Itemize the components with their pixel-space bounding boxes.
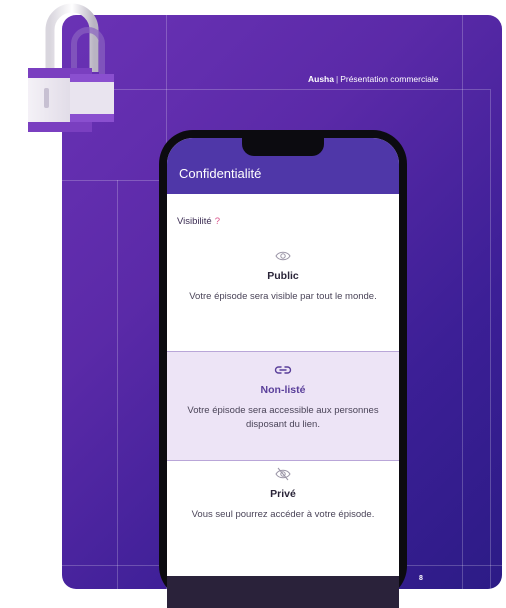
header-subtitle: Présentation commerciale xyxy=(340,74,439,84)
option-private[interactable]: Privé Vous seul pourrez accéder à votre … xyxy=(167,466,399,576)
visibility-label-text: Visibilité xyxy=(177,216,212,227)
link-icon xyxy=(167,362,399,378)
option-title: Privé xyxy=(270,488,296,500)
option-description: Votre épisode sera visible par tout le m… xyxy=(189,291,377,302)
visibility-label: Visibilité? xyxy=(177,216,220,227)
option-description: Vous seul pourrez accéder à votre épisod… xyxy=(191,509,375,520)
header-separator: | xyxy=(335,74,339,84)
phone-mockup: Confidentialité Visibilité? Public Votre… xyxy=(159,130,407,608)
option-title: Non-listé xyxy=(260,384,306,396)
guide-line xyxy=(62,180,166,181)
guide-line xyxy=(462,15,463,589)
option-title: Public xyxy=(267,270,299,282)
phone-screen: Confidentialité Visibilité? Public Votre… xyxy=(167,138,399,608)
guide-line xyxy=(62,89,490,90)
guide-line xyxy=(117,180,118,589)
page-number: 8 xyxy=(419,575,423,582)
option-public[interactable]: Public Votre épisode sera visible par to… xyxy=(167,248,399,352)
help-mark[interactable]: ? xyxy=(215,216,220,227)
option-unlisted[interactable]: Non-listé Votre épisode sera accessible … xyxy=(167,351,399,461)
padlock-icon xyxy=(28,3,114,132)
eye-off-icon xyxy=(167,466,399,482)
option-description: Votre épisode sera accessible aux person… xyxy=(187,405,379,430)
phone-notch xyxy=(242,138,324,156)
eye-icon xyxy=(167,248,399,264)
app-title: Confidentialité xyxy=(179,166,262,181)
bottom-bar xyxy=(167,576,399,608)
brand-name: Ausha xyxy=(308,74,334,84)
guide-line xyxy=(490,89,491,589)
slide-header: Ausha | Présentation commerciale xyxy=(308,74,438,84)
